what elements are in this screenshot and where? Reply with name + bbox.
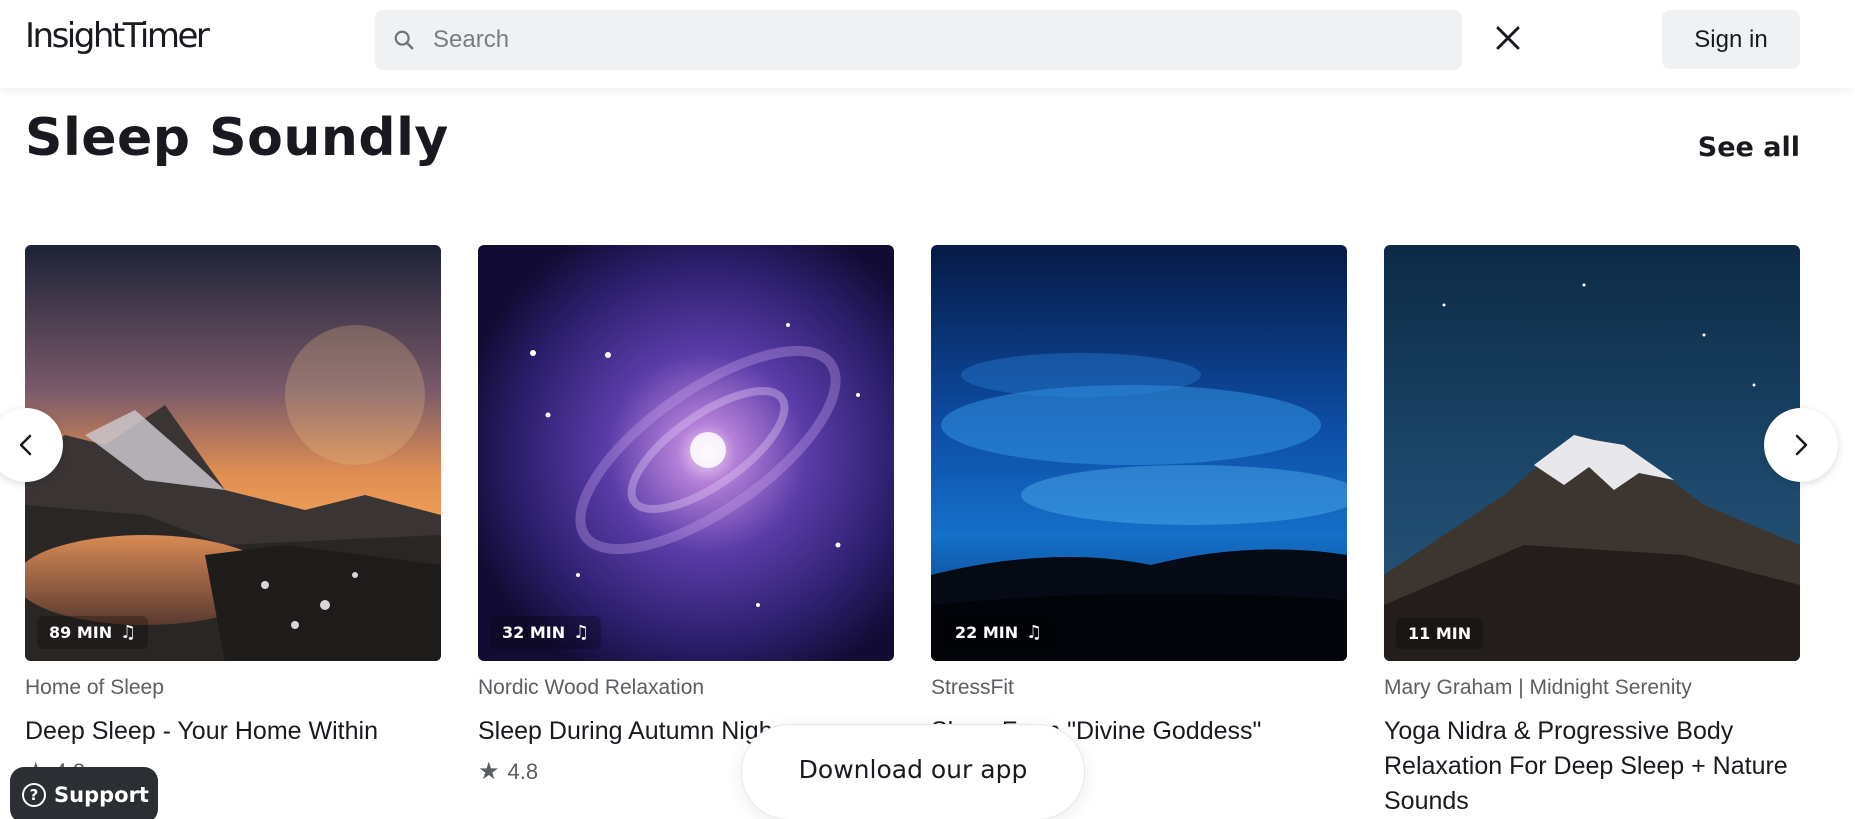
star-icon: ★ xyxy=(478,758,500,785)
rating-value: 4.8 xyxy=(507,758,539,784)
author-name[interactable]: Mary Graham | Midnight Serenity xyxy=(1384,676,1800,700)
duration-text: 11 MIN xyxy=(1408,624,1472,643)
support-button[interactable]: ? Support xyxy=(10,767,158,819)
duration-badge: 11 MIN xyxy=(1396,618,1484,649)
track-thumbnail[interactable]: 89 MIN ♫ xyxy=(25,245,441,661)
search-icon xyxy=(394,30,414,50)
chevron-left-icon xyxy=(19,434,32,456)
download-app-button[interactable]: Download our app xyxy=(741,724,1085,819)
track-card[interactable]: 32 MIN ♫ Nordic Wood Relaxation Sleep Du… xyxy=(478,245,894,786)
close-icon[interactable] xyxy=(1494,24,1522,52)
duration-text: 22 MIN xyxy=(955,623,1019,642)
search-bar[interactable] xyxy=(375,10,1462,70)
snowy-volcano-image xyxy=(1384,245,1800,661)
sign-in-button[interactable]: Sign in xyxy=(1662,10,1800,69)
track-title[interactable]: Yoga Nidra & Progressive Body Relaxation… xyxy=(1384,714,1800,819)
duration-badge: 22 MIN ♫ xyxy=(943,616,1055,649)
chevron-right-icon xyxy=(1795,434,1808,456)
music-icon: ♫ xyxy=(120,622,137,643)
track-thumbnail[interactable]: 11 MIN xyxy=(1384,245,1800,661)
carousel-next-button[interactable] xyxy=(1764,408,1838,482)
question-icon: ? xyxy=(22,783,46,807)
top-header: InsightTimer Sign in xyxy=(0,0,1855,88)
duration-text: 32 MIN xyxy=(502,623,566,642)
logo[interactable]: InsightTimer xyxy=(25,16,210,56)
track-thumbnail[interactable]: 22 MIN ♫ xyxy=(931,245,1347,661)
track-card[interactable]: 22 MIN ♫ StressFit Sleep From "Divine Go… xyxy=(931,245,1347,749)
track-card[interactable]: 11 MIN Mary Graham | Midnight Serenity Y… xyxy=(1384,245,1800,819)
see-all-link[interactable]: See all xyxy=(1698,132,1800,163)
mountain-lake-sunset-image xyxy=(25,245,441,661)
music-icon: ♫ xyxy=(1026,622,1043,643)
track-thumbnail[interactable]: 32 MIN ♫ xyxy=(478,245,894,661)
author-name[interactable]: Home of Sleep xyxy=(25,676,441,700)
duration-badge: 89 MIN ♫ xyxy=(37,616,149,649)
author-name[interactable]: StressFit xyxy=(931,676,1347,700)
night-sky-clouds-image xyxy=(931,245,1347,661)
music-icon: ♫ xyxy=(573,622,590,643)
duration-badge: 32 MIN ♫ xyxy=(490,616,602,649)
section-title: Sleep Soundly xyxy=(25,108,449,168)
galaxy-image xyxy=(478,245,894,661)
author-name[interactable]: Nordic Wood Relaxation xyxy=(478,676,894,700)
track-card[interactable]: 89 MIN ♫ Home of Sleep Deep Sleep - Your… xyxy=(25,245,441,786)
support-label: Support xyxy=(54,783,149,807)
search-input[interactable] xyxy=(433,10,1433,70)
track-title[interactable]: Deep Sleep - Your Home Within xyxy=(25,714,441,749)
duration-text: 89 MIN xyxy=(49,623,113,642)
